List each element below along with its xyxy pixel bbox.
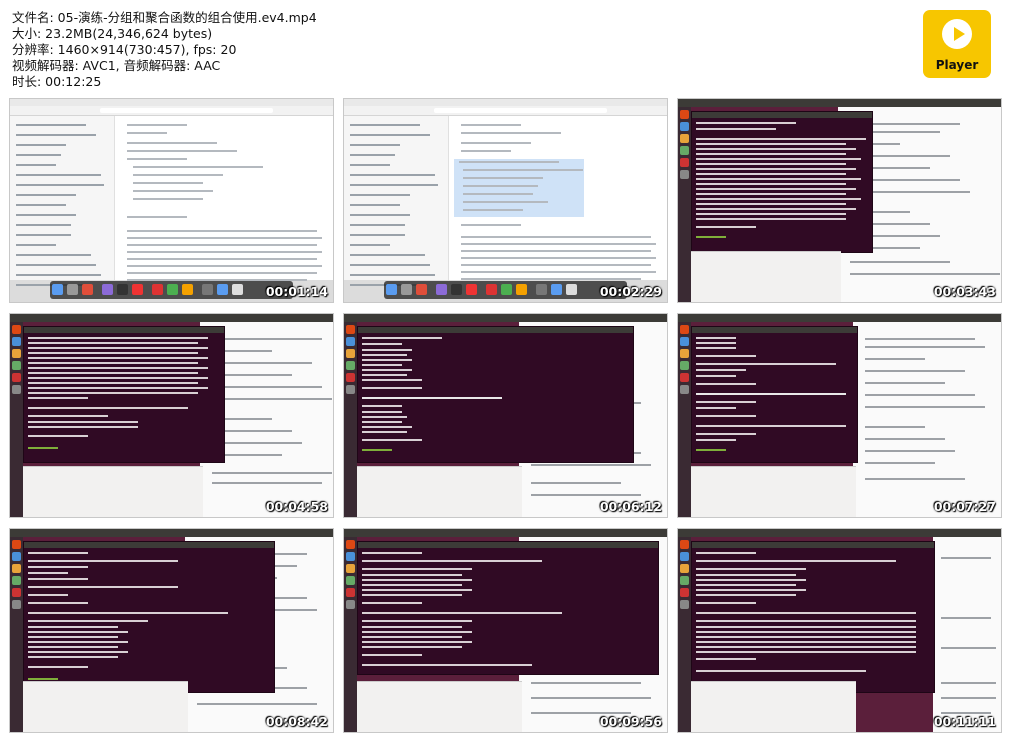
thumbnail[interactable]: 00:07:27: [677, 313, 1002, 518]
thumbnail-timestamp: 00:11:11: [933, 714, 996, 729]
video-info: 文件名: 05-演练-分组和聚合函数的组合使用.ev4.mp4 大小: 23.2…: [12, 10, 317, 90]
thumbnail[interactable]: 00:09:56: [343, 528, 668, 733]
thumbnail[interactable]: 00:08:42: [9, 528, 334, 733]
file-size: 大小: 23.2MB(24,346,624 bytes): [12, 26, 213, 41]
logo-label: Player: [935, 58, 979, 72]
thumbnail[interactable]: 00:01:14: [9, 98, 334, 303]
thumbnail[interactable]: 00:11:11: [677, 528, 1002, 733]
thumbnail-timestamp: 00:02:29: [599, 284, 662, 299]
thumbnail-timestamp: 00:07:27: [933, 499, 996, 514]
thumbnail-timestamp: 00:04:58: [265, 499, 328, 514]
codec: 视频解码器: AVC1, 音频解码器: AAC: [12, 58, 221, 73]
file-name: 文件名: 05-演练-分组和聚合函数的组合使用.ev4.mp4: [12, 10, 317, 25]
thumbnail-timestamp: 00:09:56: [599, 714, 662, 729]
thumbnail-timestamp: 00:01:14: [265, 284, 328, 299]
thumbnail-timestamp: 00:03:43: [933, 284, 996, 299]
thumbnail[interactable]: 00:02:29: [343, 98, 668, 303]
thumbnail[interactable]: 00:06:12: [343, 313, 668, 518]
thumbnail[interactable]: 00:04:58: [9, 313, 334, 518]
thumbnail-timestamp: 00:06:12: [599, 499, 662, 514]
player-logo: Player: [923, 10, 991, 78]
duration: 时长: 00:12:25: [12, 74, 102, 89]
resolution: 分辨率: 1460×914(730:457), fps: 20: [12, 42, 237, 57]
play-icon: [942, 19, 972, 49]
thumbnail-timestamp: 00:08:42: [265, 714, 328, 729]
thumbnail[interactable]: 00:03:43: [677, 98, 1002, 303]
